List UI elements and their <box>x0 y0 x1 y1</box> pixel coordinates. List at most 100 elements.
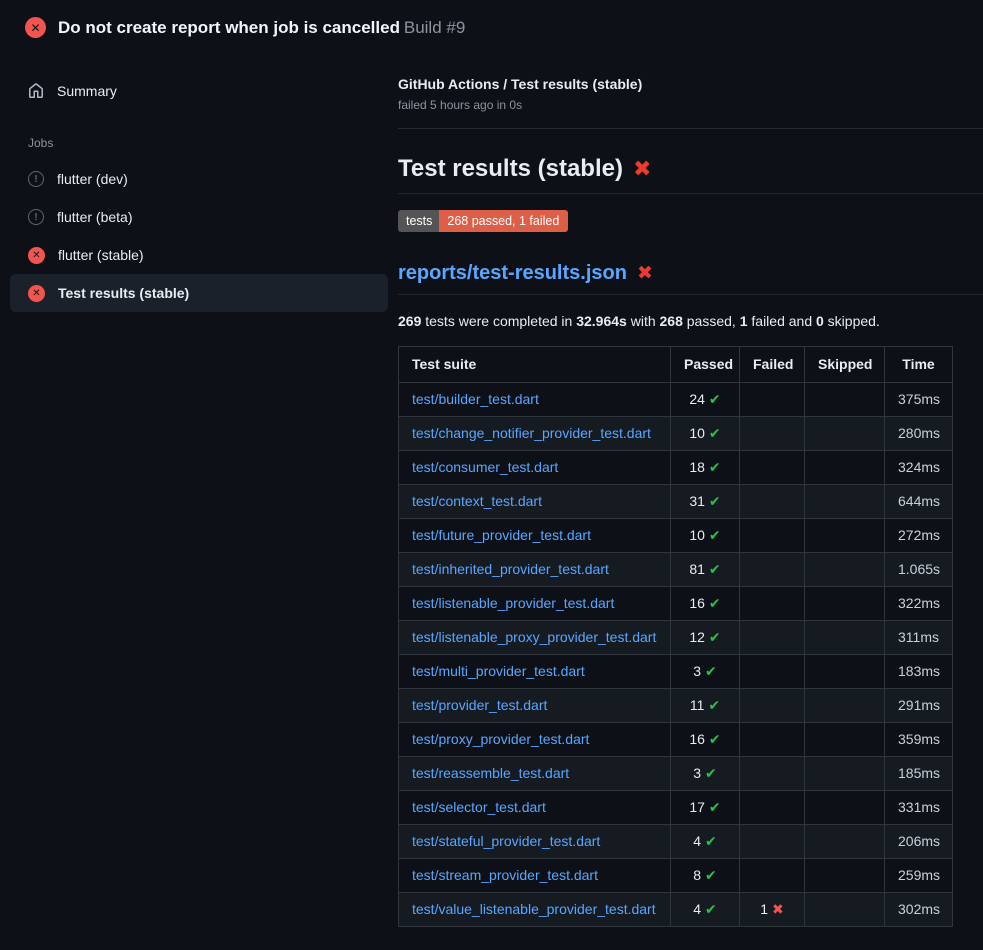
cell-time: 259ms <box>885 858 953 892</box>
sidebar-job-label: flutter (dev) <box>57 171 128 187</box>
test-suite-link[interactable]: test/listenable_provider_test.dart <box>412 595 614 611</box>
x-circle-fill-icon: ✕ <box>28 247 45 264</box>
cell-passed: 10✔ <box>671 518 740 552</box>
check-icon: ✔ <box>709 527 721 543</box>
check-icon: ✔ <box>705 867 717 883</box>
sidebar-job-label: Test results (stable) <box>58 285 189 301</box>
cell-skipped <box>805 416 885 450</box>
cell-test-suite: test/inherited_provider_test.dart <box>399 552 671 586</box>
table-row: test/builder_test.dart24✔375ms <box>399 382 953 416</box>
test-suite-link[interactable]: test/reassemble_test.dart <box>412 765 569 781</box>
test-suite-link[interactable]: test/value_listenable_provider_test.dart <box>412 901 656 917</box>
cell-passed: 16✔ <box>671 722 740 756</box>
cell-time: 311ms <box>885 620 953 654</box>
cancelled-icon: ! <box>28 171 44 187</box>
cell-test-suite: test/reassemble_test.dart <box>399 756 671 790</box>
cell-time: 185ms <box>885 756 953 790</box>
cell-passed: 31✔ <box>671 484 740 518</box>
summary-part: 0 <box>816 313 824 329</box>
summary-part: 269 <box>398 313 421 329</box>
test-suite-link[interactable]: test/provider_test.dart <box>412 697 547 713</box>
sidebar-job-label: flutter (stable) <box>58 247 144 263</box>
main-content: GitHub Actions / Test results (stable) f… <box>398 52 983 927</box>
check-icon: ✔ <box>709 799 721 815</box>
test-suite-link[interactable]: test/multi_provider_test.dart <box>412 663 585 679</box>
cell-failed <box>740 620 805 654</box>
jobs-list: ! flutter (dev) !flutter (beta) ✕ flutter (s… <box>10 160 388 312</box>
check-icon: ✔ <box>705 663 717 679</box>
cell-test-suite: test/proxy_provider_test.dart <box>399 722 671 756</box>
cell-passed: 16✔ <box>671 586 740 620</box>
sidebar-item-summary[interactable]: Summary <box>10 72 388 110</box>
test-suite-link[interactable]: test/consumer_test.dart <box>412 459 558 475</box>
cell-test-suite: test/stream_provider_test.dart <box>399 858 671 892</box>
cell-passed: 3✔ <box>671 756 740 790</box>
column-header-time: Time <box>885 346 953 382</box>
test-suite-link[interactable]: test/future_provider_test.dart <box>412 527 591 543</box>
cell-test-suite: test/context_test.dart <box>399 484 671 518</box>
passed-count: 31 <box>689 493 705 509</box>
badge-label: tests <box>398 210 439 232</box>
cell-skipped <box>805 382 885 416</box>
table-row: test/inherited_provider_test.dart81✔1.06… <box>399 552 953 586</box>
failed-cross-icon: ✖ <box>633 156 651 182</box>
report-file-link[interactable]: reports/test-results.json <box>398 262 627 285</box>
passed-count: 81 <box>689 561 705 577</box>
test-suite-link[interactable]: test/builder_test.dart <box>412 391 539 407</box>
table-row: test/proxy_provider_test.dart16✔359ms <box>399 722 953 756</box>
sidebar-job-item[interactable]: ✕ flutter (stable) <box>10 236 388 274</box>
test-suite-link[interactable]: test/inherited_provider_test.dart <box>412 561 609 577</box>
x-circle-fill-icon: ✕ <box>28 285 45 302</box>
test-suite-link[interactable]: test/stateful_provider_test.dart <box>412 833 600 849</box>
cell-skipped <box>805 790 885 824</box>
passed-count: 10 <box>689 527 705 543</box>
sidebar-job-label: flutter (beta) <box>57 209 132 225</box>
cell-passed: 10✔ <box>671 416 740 450</box>
table-row: test/context_test.dart31✔644ms <box>399 484 953 518</box>
passed-count: 11 <box>690 697 705 713</box>
check-icon: ✔ <box>705 833 717 849</box>
cell-passed: 4✔ <box>671 824 740 858</box>
jobs-section-label: Jobs <box>10 136 388 154</box>
sidebar-job-item[interactable]: ✕ Test results (stable) <box>10 274 388 312</box>
cell-passed: 12✔ <box>671 620 740 654</box>
cell-failed <box>740 824 805 858</box>
cell-passed: 4✔ <box>671 892 740 926</box>
passed-count: 12 <box>689 629 705 645</box>
cell-test-suite: test/selector_test.dart <box>399 790 671 824</box>
test-suite-link[interactable]: test/listenable_proxy_provider_test.dart <box>412 629 656 645</box>
check-icon: ✔ <box>709 731 721 747</box>
check-icon: ✔ <box>709 391 721 407</box>
test-suite-link[interactable]: test/proxy_provider_test.dart <box>412 731 589 747</box>
cell-failed <box>740 484 805 518</box>
check-icon: ✔ <box>708 697 720 713</box>
cell-failed <box>740 722 805 756</box>
summary-part: failed and <box>748 313 817 329</box>
cell-skipped <box>805 450 885 484</box>
test-suite-link[interactable]: test/context_test.dart <box>412 493 542 509</box>
cell-test-suite: test/change_notifier_provider_test.dart <box>399 416 671 450</box>
summary-part: 1 <box>740 313 748 329</box>
table-row: test/listenable_proxy_provider_test.dart… <box>399 620 953 654</box>
report-title-text: Test results (stable) <box>398 155 623 183</box>
cell-failed <box>740 450 805 484</box>
cell-test-suite: test/multi_provider_test.dart <box>399 654 671 688</box>
cell-skipped <box>805 620 885 654</box>
test-suite-link[interactable]: test/selector_test.dart <box>412 799 546 815</box>
check-icon: ✔ <box>705 901 717 917</box>
test-suite-link[interactable]: test/stream_provider_test.dart <box>412 867 598 883</box>
table-row: test/value_listenable_provider_test.dart… <box>399 892 953 926</box>
passed-count: 4 <box>693 901 701 917</box>
failed-count: 1 <box>760 901 768 917</box>
cell-failed <box>740 416 805 450</box>
cell-skipped <box>805 858 885 892</box>
cell-failed <box>740 688 805 722</box>
sidebar-job-item[interactable]: ! flutter (dev) <box>10 160 388 198</box>
cell-test-suite: test/value_listenable_provider_test.dart <box>399 892 671 926</box>
cell-failed: 1✖ <box>740 892 805 926</box>
test-suite-link[interactable]: test/change_notifier_provider_test.dart <box>412 425 651 441</box>
cell-time: 183ms <box>885 654 953 688</box>
tests-badge: tests 268 passed, 1 failed <box>398 210 568 232</box>
build-number: Build #9 <box>404 18 465 37</box>
sidebar-job-item[interactable]: !flutter (beta) <box>10 198 388 236</box>
